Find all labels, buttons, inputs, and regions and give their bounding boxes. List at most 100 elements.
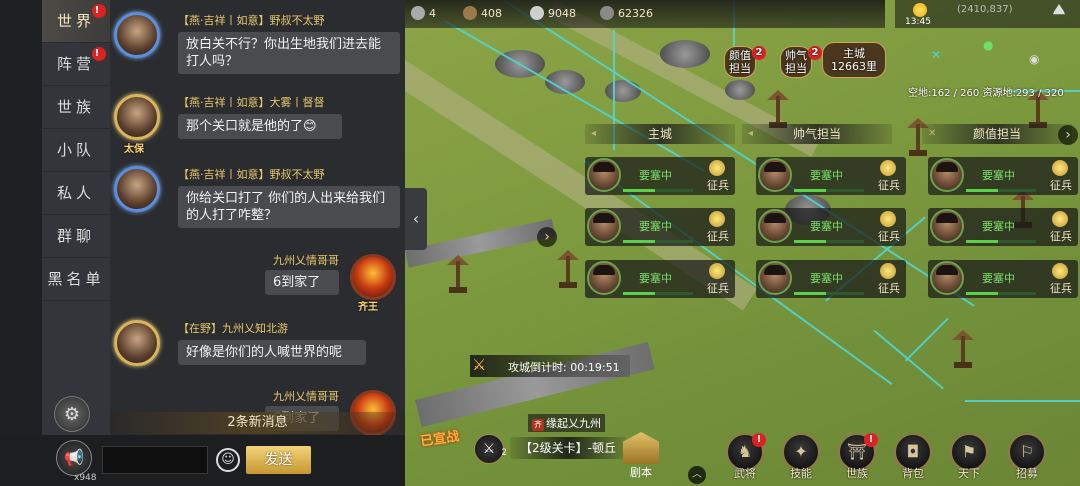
avatar[interactable] xyxy=(114,12,160,58)
troop-hp-bar xyxy=(623,240,693,243)
resource-iron[interactable]: 9048 xyxy=(530,6,576,20)
general-portrait[interactable] xyxy=(758,209,792,243)
chat-panel: 世界! 阵营! 世族 小队 私人 群聊 黑名单 ⚙ 【燕·吉祥丨如意】野叔不太野放白关不行？… xyxy=(0,0,405,486)
siege-countdown[interactable]: ⚔ 攻城倒计时: 00:19:51 xyxy=(470,355,630,377)
script-button[interactable]: 剧本 xyxy=(615,430,667,484)
troop-card[interactable]: 要塞中 征兵 xyxy=(756,157,906,195)
avatar-title-tag: 太保 xyxy=(124,144,144,155)
nav-general[interactable]: ♞ 武将! xyxy=(722,433,768,483)
troop-hp-bar xyxy=(623,189,693,192)
recruit-icon xyxy=(880,263,896,279)
new-messages-banner[interactable]: 2条新消息 xyxy=(110,412,405,434)
marker-shuaiqi[interactable]: 帅气 担当 2 xyxy=(780,46,822,78)
collapse-chat-icon[interactable]: ‹ xyxy=(405,188,427,250)
recruit-button[interactable]: 征兵 xyxy=(878,177,900,193)
group-header-shuaiqi[interactable]: ◂ 帅气担当 xyxy=(742,124,892,144)
sender-name[interactable]: 九州乂情哥哥 xyxy=(273,252,339,268)
recruit-button[interactable]: 征兵 xyxy=(707,177,729,193)
avatar[interactable] xyxy=(350,254,396,300)
chat-tab[interactable]: 世族 xyxy=(42,86,110,129)
marker-main-city[interactable]: 主城 12663里 xyxy=(822,42,886,78)
send-button[interactable]: 发送 xyxy=(246,446,311,474)
general-portrait[interactable] xyxy=(587,209,621,243)
sender-name[interactable]: 九州乂情哥哥 xyxy=(273,388,339,404)
resource-stone[interactable]: 62326 xyxy=(600,6,653,20)
recruit-button[interactable]: 征兵 xyxy=(707,280,729,296)
pass-label[interactable]: 【2级关卡】-顿丘 xyxy=(510,437,626,459)
cross-icon: ✕ xyxy=(928,128,937,139)
troop-card[interactable]: 要塞中 征兵 xyxy=(928,157,1078,195)
message-bubble: 放白关不行？你出生地我们进去能打人吗？ xyxy=(178,32,400,74)
troop-status: 要塞中 xyxy=(639,169,672,182)
chat-tab[interactable]: 黑名单 xyxy=(42,258,110,301)
sender-name[interactable]: 【燕·吉祥丨如意】大雾丨督督 xyxy=(178,94,325,110)
nav-world[interactable]: ⚑ 天下 xyxy=(946,433,992,483)
map-coordinates[interactable]: (2410,837) xyxy=(957,4,1013,15)
resource-fist[interactable]: 4 xyxy=(411,6,436,20)
recruit-button[interactable]: 征兵 xyxy=(878,280,900,296)
message-bubble: 好像是你们的人喊世界的呢 xyxy=(178,340,366,365)
watchtower-icon[interactable] xyxy=(445,255,471,295)
chat-tab[interactable]: 世界! xyxy=(42,0,110,43)
avatar[interactable] xyxy=(114,320,160,366)
avatar[interactable] xyxy=(114,166,160,212)
chat-tab[interactable]: 群聊 xyxy=(42,215,110,258)
crossed-swords-button[interactable]: ⚔ 2 xyxy=(474,434,507,464)
marker-badge: 2 xyxy=(808,46,822,60)
nav-bag[interactable]: ◘ 背包 xyxy=(890,433,936,483)
chat-message-list[interactable]: 【燕·吉祥丨如意】野叔不太野 放白关不行？你出生地我们进去能打人吗？ 【燕·吉祥丨如… xyxy=(110,0,405,435)
recruit-button[interactable]: 征兵 xyxy=(1050,177,1072,193)
message-bubble: 你给关口打了 你们的人出来给我们的人打了咋整？ xyxy=(178,186,400,228)
nav-clan[interactable]: ⛩ 世族! xyxy=(834,433,880,483)
map-pin-icon[interactable]: ◉ xyxy=(1029,52,1039,66)
marker-yanzhi[interactable]: 颜值 担当 2 xyxy=(724,46,766,78)
nav-expand-icon[interactable]: ︿ xyxy=(688,466,706,484)
alliance-label[interactable]: 齐缘起乂九州 xyxy=(528,414,605,432)
emoji-icon[interactable]: ☺ xyxy=(216,448,240,472)
sender-name[interactable]: 【燕·吉祥丨如意】野叔不太野 xyxy=(178,166,325,182)
chat-tab[interactable]: 小队 xyxy=(42,129,110,172)
group-header-main-city[interactable]: ◂ 主城 xyxy=(585,124,735,144)
general-portrait[interactable] xyxy=(587,261,621,295)
watchtower-icon[interactable] xyxy=(950,330,976,370)
nav-recruit[interactable]: ⚐ 招募 xyxy=(1004,433,1050,483)
troop-card[interactable]: 要塞中 征兵 xyxy=(928,260,1078,298)
troop-card[interactable]: 要塞中 征兵 xyxy=(585,208,735,246)
troop-card[interactable]: 要塞中 征兵 xyxy=(928,208,1078,246)
recruit-button[interactable]: 征兵 xyxy=(1050,280,1072,296)
horn-icon[interactable]: 📢 xyxy=(56,440,92,476)
group-header-yanzhi[interactable]: ✕ 颜值担当 xyxy=(922,124,1072,144)
troop-card[interactable]: 要塞中 征兵 xyxy=(756,260,906,298)
sender-name[interactable]: 【在野】九州乂知北游 xyxy=(178,320,288,336)
troop-card[interactable]: 要塞中 征兵 xyxy=(756,208,906,246)
chat-tab[interactable]: 私人 xyxy=(42,172,110,215)
general-portrait[interactable] xyxy=(587,158,621,192)
nav-skill[interactable]: ✦ 技能 xyxy=(778,433,824,483)
recruit-button[interactable]: 征兵 xyxy=(1050,228,1072,244)
bell-icon[interactable] xyxy=(1053,4,1065,15)
recruit-icon xyxy=(709,211,725,227)
general-portrait[interactable] xyxy=(930,158,964,192)
notification-badge: ! xyxy=(752,433,766,447)
stone-icon xyxy=(600,6,614,20)
general-portrait[interactable] xyxy=(930,261,964,295)
scroll-right-icon[interactable]: › xyxy=(1058,125,1078,145)
troop-hp-bar xyxy=(966,240,1036,243)
recruit-button[interactable]: 征兵 xyxy=(878,228,900,244)
avatar[interactable] xyxy=(114,94,160,140)
chat-input[interactable] xyxy=(102,446,208,474)
general-portrait[interactable] xyxy=(758,158,792,192)
settings-gear-icon[interactable]: ⚙ xyxy=(54,396,90,432)
general-portrait[interactable] xyxy=(758,261,792,295)
recruit-button[interactable]: 征兵 xyxy=(707,228,729,244)
sender-name[interactable]: 【燕·吉祥丨如意】野叔不太野 xyxy=(178,12,325,28)
troop-card[interactable]: 要塞中征兵 xyxy=(585,157,735,195)
scroll-right-icon[interactable]: › xyxy=(537,227,557,247)
chat-tab[interactable]: 阵营! xyxy=(42,43,110,86)
minimap[interactable]: ✕ ● ◉ xyxy=(905,30,1080,80)
sun-icon xyxy=(913,3,927,17)
troop-card[interactable]: 要塞中 征兵 xyxy=(585,260,735,298)
general-portrait[interactable] xyxy=(930,209,964,243)
watchtower-icon[interactable] xyxy=(555,250,581,290)
resource-timber[interactable]: 408 xyxy=(463,6,502,20)
